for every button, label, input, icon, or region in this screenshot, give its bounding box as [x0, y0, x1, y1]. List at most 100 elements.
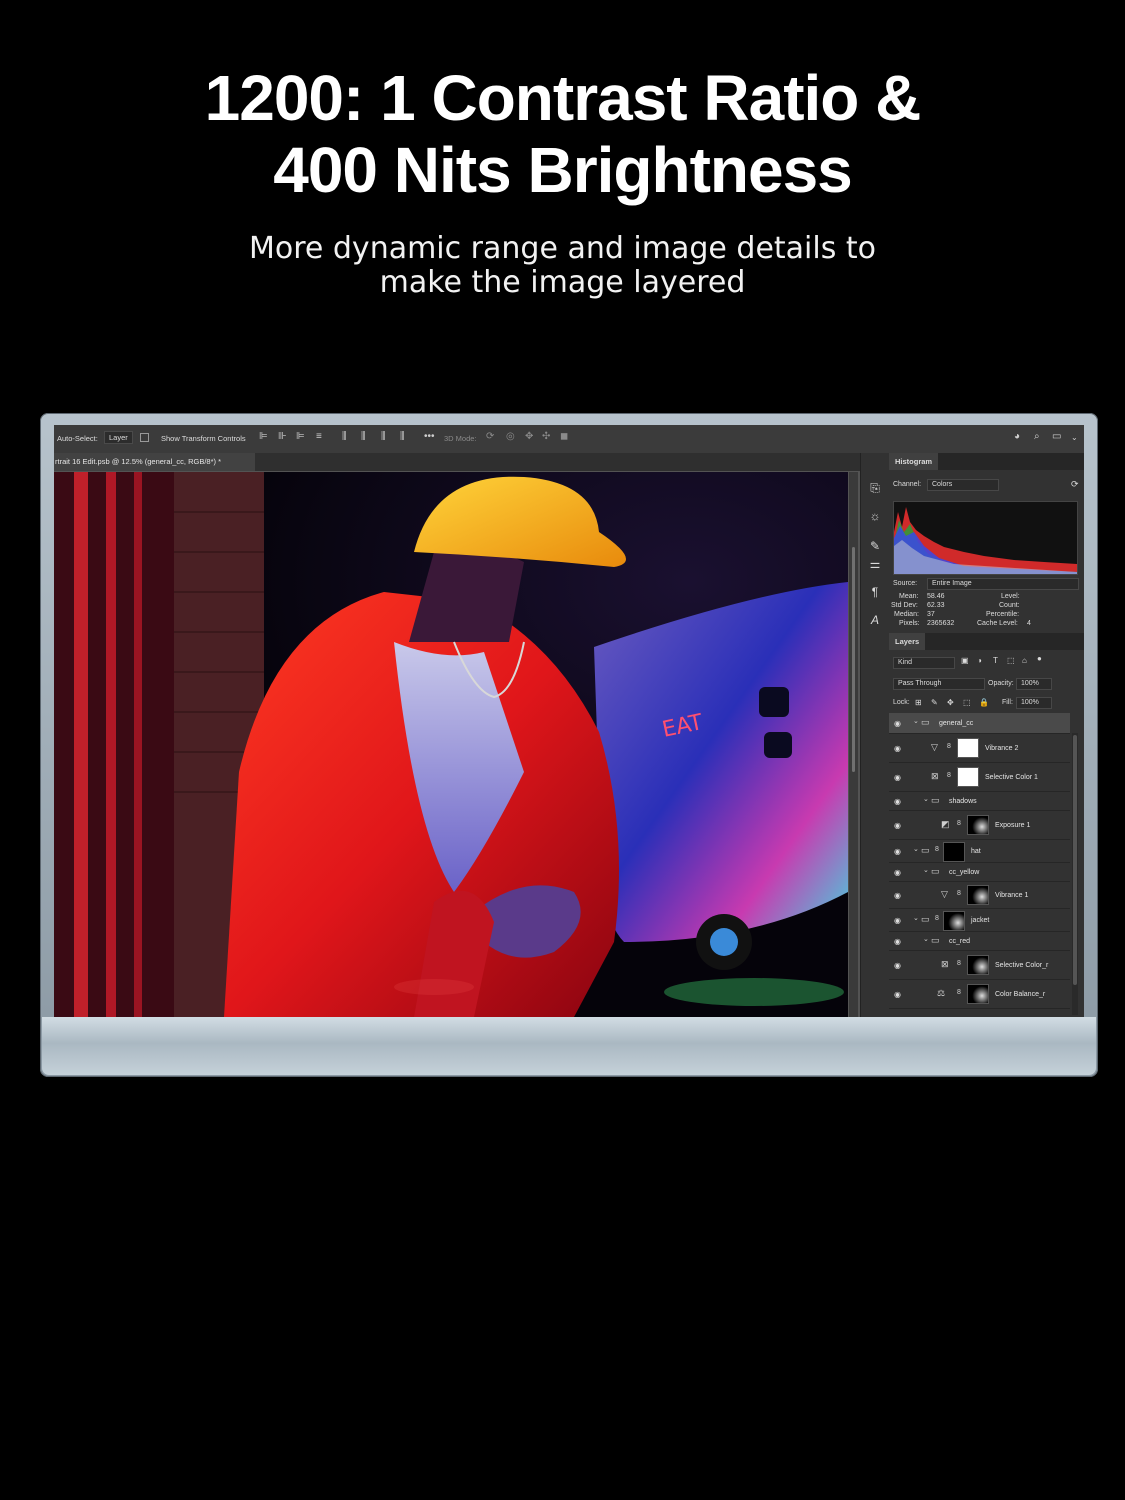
layer-name: Vibrance 1: [995, 892, 1029, 899]
layer-row[interactable]: ◉ ⌄ ▭ general_cc: [889, 713, 1070, 734]
layers-scrollbar-thumb[interactable]: [1073, 735, 1077, 985]
lock-image-icon[interactable]: ✎: [931, 698, 938, 707]
drag-3d-icon[interactable]: ✥: [525, 431, 533, 442]
lock-position-icon[interactable]: ✥: [947, 698, 954, 707]
layer-row[interactable]: ◉ ⌄ ▭ 8 jacket: [889, 909, 1070, 932]
align-vcenter-icon[interactable]: ⫼: [342, 431, 347, 442]
layer-row[interactable]: ◉ ⌄ ▭ 8 hat: [889, 840, 1070, 863]
canvas-scrollbar[interactable]: [849, 472, 858, 1017]
distribute-h-icon[interactable]: ⫼: [400, 431, 405, 442]
visibility-eye-icon[interactable]: ◉: [894, 868, 901, 877]
distribute-icon[interactable]: ⫼: [381, 431, 386, 442]
visibility-eye-icon[interactable]: ◉: [894, 821, 901, 830]
layer-row[interactable]: ◉ ▽ 8 Vibrance 2: [889, 734, 1070, 763]
lock-all-icon[interactable]: 🔒: [979, 698, 989, 707]
layer-name: general_cc: [939, 720, 974, 727]
source-dropdown[interactable]: Entire Image: [927, 578, 1079, 590]
align-bottom-icon[interactable]: ⫼: [361, 431, 366, 442]
character-icon[interactable]: A: [861, 613, 889, 627]
visibility-eye-icon[interactable]: ◉: [894, 916, 901, 925]
visibility-eye-icon[interactable]: ◉: [894, 773, 901, 782]
brightness-icon[interactable]: ☼: [861, 509, 889, 523]
visibility-eye-icon[interactable]: ◉: [894, 990, 901, 999]
layer-mask-thumbnail[interactable]: [967, 815, 989, 835]
canvas-scrollbar-thumb[interactable]: [852, 547, 855, 772]
chevron-down-icon[interactable]: ⌄: [913, 914, 919, 922]
layer-row[interactable]: ◉ ⌄ ▭ cc_red: [889, 932, 1070, 951]
roll-3d-icon[interactable]: ◎: [506, 431, 515, 442]
layer-name: jacket: [971, 917, 990, 924]
layer-mask-thumbnail[interactable]: [957, 738, 979, 758]
layers-scrollbar[interactable]: [1072, 733, 1078, 1015]
orbit-3d-icon[interactable]: ⟳: [486, 431, 494, 442]
visibility-eye-icon[interactable]: ◉: [894, 847, 901, 856]
align-right-icon[interactable]: ⊫: [296, 431, 305, 442]
chevron-down-icon[interactable]: ⌄: [913, 845, 919, 853]
history-icon[interactable]: ⎘: [861, 481, 889, 496]
more-options-icon[interactable]: •••: [424, 431, 435, 442]
exposure-icon: ◩: [941, 819, 950, 829]
channel-dropdown[interactable]: Colors: [927, 479, 999, 491]
chevron-down-icon[interactable]: ⌄: [923, 795, 929, 803]
scale-3d-icon[interactable]: ◼: [560, 431, 568, 442]
filter-pixel-icon[interactable]: ▣: [961, 656, 969, 665]
layer-filter-dropdown[interactable]: Kind: [893, 657, 955, 669]
slide-3d-icon[interactable]: ✣: [542, 431, 550, 442]
align-top-icon[interactable]: ≡: [316, 431, 322, 442]
refresh-icon[interactable]: ⟳: [1071, 479, 1079, 490]
count-label: Count:: [999, 602, 1020, 609]
layer-mask-thumbnail[interactable]: [957, 767, 979, 787]
transform-checkbox[interactable]: [140, 433, 149, 442]
layer-name: shadows: [949, 798, 977, 805]
lock-transparent-icon[interactable]: ⊞: [915, 698, 922, 707]
tab-histogram[interactable]: Histogram: [889, 453, 939, 470]
fill-field[interactable]: 100%: [1016, 697, 1052, 709]
filter-adjustment-icon[interactable]: ◑: [977, 656, 982, 665]
visibility-eye-icon[interactable]: ◉: [894, 744, 901, 753]
canvas-photo[interactable]: EAT: [54, 472, 848, 1017]
median-label: Median:: [894, 611, 919, 618]
visibility-eye-icon[interactable]: ◉: [894, 961, 901, 970]
adjustments-icon[interactable]: ⚌: [861, 557, 889, 571]
level-label: Level:: [1001, 593, 1020, 600]
search-icon[interactable]: ⌕: [1034, 431, 1040, 442]
visibility-eye-icon[interactable]: ◉: [894, 719, 901, 728]
mean-label: Mean:: [899, 593, 919, 600]
filter-smart-icon[interactable]: ⌂: [1022, 656, 1027, 665]
visibility-eye-icon[interactable]: ◉: [894, 937, 901, 946]
brush-icon[interactable]: ✎: [861, 539, 889, 553]
layer-mask-thumbnail[interactable]: [943, 911, 965, 931]
chevron-down-icon[interactable]: ⌄: [913, 717, 919, 725]
user-icon[interactable]: ◕: [1014, 431, 1020, 442]
lock-artboard-icon[interactable]: ⬚: [963, 698, 971, 707]
blend-mode-dropdown[interactable]: Pass Through: [893, 678, 985, 690]
layer-row[interactable]: ◉ ⊠ 8 Selective Color_r: [889, 951, 1070, 980]
visibility-eye-icon[interactable]: ◉: [894, 891, 901, 900]
auto-select-dropdown[interactable]: Layer: [104, 431, 133, 444]
paragraph-icon[interactable]: ¶: [861, 585, 889, 599]
document-tab[interactable]: rtrait 16 Edit.psb @ 12.5% (general_cc, …: [54, 453, 255, 471]
layer-row[interactable]: ◉ ⌄ ▭ cc_yellow: [889, 863, 1070, 882]
layer-mask-thumbnail[interactable]: [967, 885, 989, 905]
layer-row[interactable]: ◉ ◩ 8 Exposure 1: [889, 811, 1070, 840]
filter-type-icon[interactable]: T: [993, 656, 998, 665]
layer-row[interactable]: ◉ ⌄ ▭ shadows: [889, 792, 1070, 811]
opacity-field[interactable]: 100%: [1016, 678, 1052, 690]
align-left-icon[interactable]: ⊫: [259, 431, 268, 442]
layer-row[interactable]: ◉ ▽ 8 Vibrance 1: [889, 882, 1070, 909]
chevron-down-icon[interactable]: ⌄: [1071, 433, 1078, 442]
workspace-icon[interactable]: ▭: [1052, 431, 1061, 442]
chevron-down-icon[interactable]: ⌄: [923, 935, 929, 943]
chevron-down-icon[interactable]: ⌄: [923, 866, 929, 874]
layer-row[interactable]: ◉ ⊠ 8 Selective Color 1: [889, 763, 1070, 792]
layer-row[interactable]: ◉ ⚖ 8 Color Balance_r: [889, 980, 1070, 1009]
layer-mask-thumbnail[interactable]: [943, 842, 965, 862]
headline-line-2: 400 Nits Brightness: [273, 134, 853, 206]
layer-mask-thumbnail[interactable]: [967, 984, 989, 1004]
filter-shape-icon[interactable]: ⬚: [1007, 656, 1015, 665]
layer-mask-thumbnail[interactable]: [967, 955, 989, 975]
filter-toggle-icon[interactable]: ●: [1037, 654, 1042, 663]
visibility-eye-icon[interactable]: ◉: [894, 797, 901, 806]
tab-layers[interactable]: Layers: [889, 633, 926, 650]
align-center-icon[interactable]: ⊪: [278, 431, 287, 442]
